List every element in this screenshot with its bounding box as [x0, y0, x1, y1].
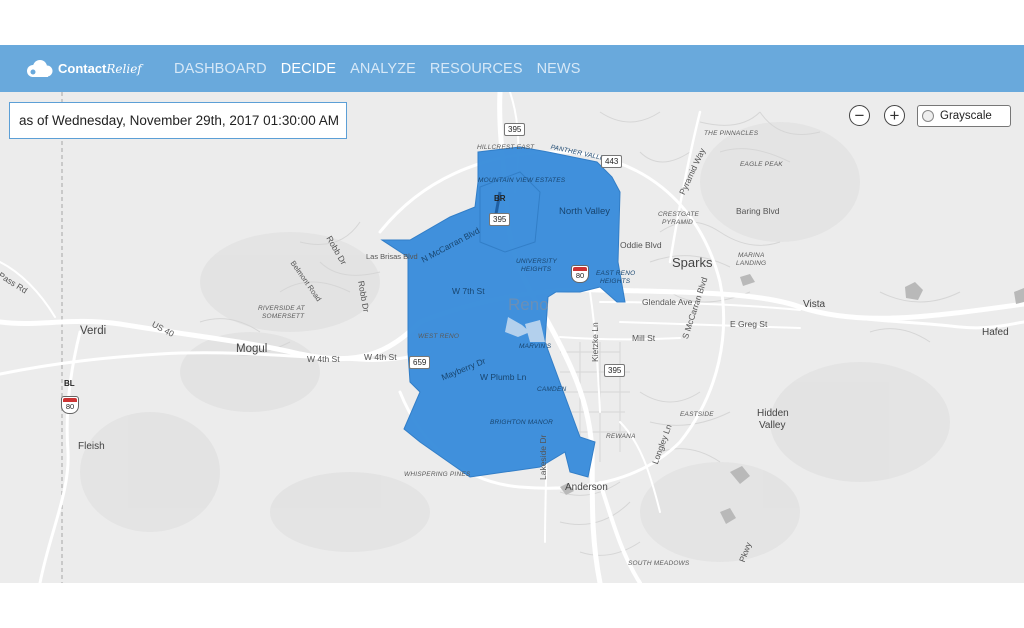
label-e-greg-st: E Greg St: [730, 319, 768, 329]
top-margin: [0, 0, 1024, 45]
label-eagle-peak: EAGLE PEAK: [740, 161, 783, 168]
label-reno: Reno: [508, 295, 549, 314]
label-oddie-blvd: Oddie Blvd: [620, 240, 662, 250]
label-w-4th-st-2: W 4th St: [364, 352, 397, 362]
label-w-4th-st-1: W 4th St: [307, 354, 340, 364]
us395-north-shield: 395: [504, 123, 526, 136]
label-vista: Vista: [803, 299, 826, 310]
label-university-heights-2: HEIGHTS: [521, 266, 552, 273]
label-mogul: Mogul: [236, 343, 268, 355]
plus-icon: +: [889, 106, 900, 125]
label-hidden: Hidden: [757, 408, 789, 419]
label-hafed: Hafed: [982, 327, 1009, 338]
nav-decide[interactable]: DECIDE: [281, 61, 336, 77]
label-glendale-ave: Glendale Ave: [642, 297, 693, 307]
map-base-layer: [0, 92, 1024, 583]
zoom-in-button[interactable]: +: [884, 105, 905, 126]
route659-shield: 659: [409, 356, 431, 369]
nav-menu: DASHBOARD DECIDE ANALYZE RESOURCES NEWS: [174, 61, 595, 77]
label-valley: Valley: [759, 420, 786, 431]
label-east-reno-heights-1: EAST RENO: [596, 270, 636, 277]
br-marker: BR: [494, 194, 506, 203]
map-style-select[interactable]: Grayscale: [917, 105, 1011, 127]
nav-dashboard[interactable]: DASHBOARD: [174, 61, 267, 77]
label-eastside: EASTSIDE: [680, 411, 714, 418]
label-the-pinnacles: THE PINNACLES: [704, 130, 759, 137]
label-marvins: MARVIN'S: [519, 343, 552, 350]
label-baring-blvd: Baring Blvd: [736, 206, 780, 216]
us395-south-shield: 395: [604, 364, 626, 377]
label-hillcrest-east: HILLCREST EAST: [477, 144, 535, 151]
timestamp-display: as of Wednesday, November 29th, 2017 01:…: [9, 102, 347, 139]
route443-shield: 443: [601, 155, 623, 168]
label-marina-2: LANDING: [736, 260, 767, 267]
label-las-brisas: Las Brisas Blvd: [366, 252, 418, 261]
map-style-label: Grayscale: [940, 110, 992, 122]
bl-marker: BL: [64, 379, 75, 388]
label-crestgate-1: CRESTGATE: [658, 211, 700, 218]
i80-west-shield: 80: [61, 396, 79, 414]
label-riverside-1: RIVERSIDE AT: [258, 305, 305, 312]
cloud-logo-icon: [24, 58, 54, 80]
label-whispering-pines: WHISPERING PINES: [404, 471, 471, 478]
label-north-valley: North Valley: [559, 206, 611, 217]
label-verdi: Verdi: [80, 325, 107, 337]
map-style-icon: [922, 110, 934, 122]
label-brighton-manor: BRIGHTON MANOR: [490, 419, 553, 426]
timestamp-text: as of Wednesday, November 29th, 2017 01:…: [19, 113, 339, 128]
label-camden: CAMDEN: [537, 386, 567, 393]
label-east-reno-heights-2: HEIGHTS: [600, 278, 631, 285]
label-crestgate-2: PYRAMID: [662, 219, 694, 226]
map-canvas[interactable]: Reno Sparks Verdi Mogul Vista Hafed Flei…: [0, 92, 1024, 583]
label-south-meadows: SOUTH MEADOWS: [628, 560, 690, 567]
top-navbar: ContactRelief DASHBOARD DECIDE ANALYZE R…: [0, 45, 1024, 92]
logo-text: ContactRelief: [58, 61, 142, 76]
label-w-plumb-ln: W Plumb Ln: [480, 372, 527, 382]
label-mill-st: Mill St: [632, 333, 656, 343]
label-mountain-view: MOUNTAIN VIEW ESTATES: [478, 177, 566, 184]
label-university-heights-1: UNIVERSITY: [516, 258, 558, 265]
minus-icon: −: [854, 106, 865, 125]
label-lakeside-dr: Lakeside Dr: [538, 434, 548, 480]
nav-resources[interactable]: RESOURCES: [430, 61, 523, 77]
label-sparks: Sparks: [672, 255, 713, 270]
label-riverside-2: SOMERSETT: [262, 313, 305, 320]
app-logo[interactable]: ContactRelief: [24, 58, 164, 80]
us395-mid-shield: 395: [489, 213, 511, 226]
bottom-margin: [0, 583, 1024, 628]
label-kietzke-ln: Kietzke Ln: [590, 322, 600, 362]
nav-analyze[interactable]: ANALYZE: [350, 61, 416, 77]
label-west-reno: WEST RENO: [418, 333, 460, 340]
label-marina-1: MARINA: [738, 252, 765, 259]
label-fleish: Fleish: [78, 441, 105, 452]
label-anderson: Anderson: [565, 482, 608, 493]
nav-news[interactable]: NEWS: [537, 61, 581, 77]
i80-center-shield: 80: [571, 265, 589, 283]
zoom-out-button[interactable]: −: [849, 105, 870, 126]
label-w-7th-st: W 7th St: [452, 286, 485, 296]
label-rewana: REWANA: [606, 433, 636, 440]
